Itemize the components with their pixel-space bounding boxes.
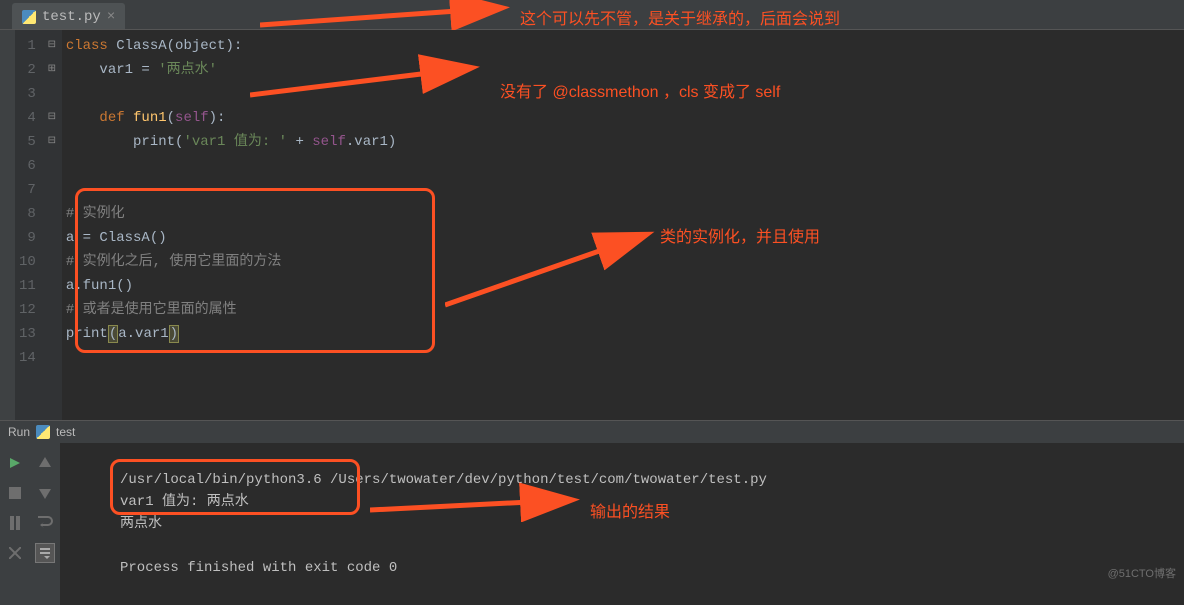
line-number: 7 — [19, 178, 36, 202]
console-line: var1 值为: 两点水 — [120, 494, 249, 510]
line-number: 1 — [19, 34, 36, 58]
annotation-text: 类的实例化，并且使用 — [660, 223, 820, 247]
line-number: 10 — [19, 250, 36, 274]
fold-column: ⊟⊞ ⊟⊟ — [42, 30, 62, 420]
line-number: 13 — [19, 322, 36, 346]
tab-filename: test.py — [42, 9, 101, 25]
scroll-down-button[interactable] — [35, 483, 55, 503]
line-number: 14 — [19, 346, 36, 370]
annotation-text: 这个可以先不管，是关于继承的，后面会说到 — [520, 5, 840, 29]
run-label: Run — [8, 425, 30, 439]
console-output[interactable]: /usr/local/bin/python3.6 /Users/twowater… — [60, 443, 1184, 605]
console-line: /usr/local/bin/python3.6 /Users/twowater… — [120, 472, 767, 488]
close-panel-button[interactable] — [5, 543, 25, 563]
line-number: 11 — [19, 274, 36, 298]
console-line: 两点水 — [120, 516, 162, 532]
run-toolbar-left — [0, 443, 30, 605]
annotation-text: 输出的结果 — [590, 498, 670, 522]
line-number: 8 — [19, 202, 36, 226]
scroll-to-end-button[interactable] — [35, 543, 55, 563]
line-number: 12 — [19, 298, 36, 322]
python-icon — [22, 10, 36, 24]
line-number: 3 — [19, 82, 36, 106]
line-number: 5 — [19, 130, 36, 154]
watermark: @51CTO博客 — [1108, 565, 1176, 581]
run-config-name: test — [56, 425, 75, 439]
line-numbers: 1 2 3 4 5 6 7 8 9 10 11 12 13 14 — [15, 30, 42, 420]
left-gutter — [0, 30, 15, 420]
stop-button[interactable] — [5, 483, 25, 503]
run-header: Run test — [0, 421, 1184, 443]
close-tab-icon[interactable]: × — [107, 9, 115, 25]
annotation-text: 没有了 @classmethon ，cls 变成了 self — [500, 78, 780, 102]
python-icon — [36, 425, 50, 439]
line-number: 9 — [19, 226, 36, 250]
line-number: 2 — [19, 58, 36, 82]
run-toolbar-center — [30, 443, 60, 605]
soft-wrap-button[interactable] — [35, 513, 55, 533]
line-number: 4 — [19, 106, 36, 130]
scroll-up-button[interactable] — [35, 453, 55, 473]
pause-button[interactable] — [5, 513, 25, 533]
console-line: Process finished with exit code 0 — [120, 560, 397, 576]
rerun-button[interactable] — [5, 453, 25, 473]
line-number: 6 — [19, 154, 36, 178]
file-tab[interactable]: test.py × — [12, 3, 125, 29]
